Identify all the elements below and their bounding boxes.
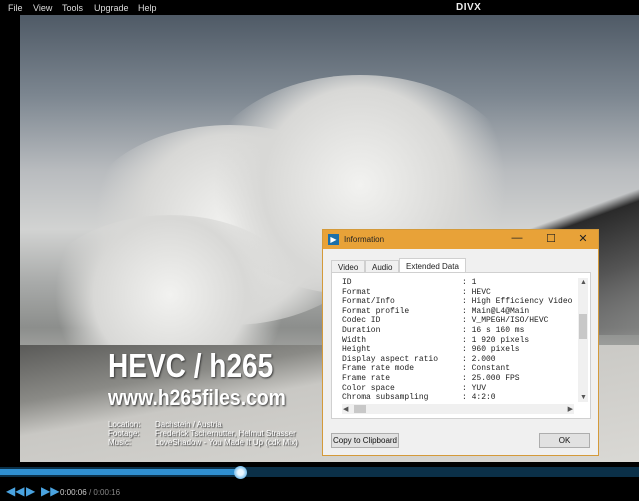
- information-dialog: ▶ Information — ☐ ✕ Video Audio Extended…: [322, 229, 599, 456]
- info-key: Chroma subsampling: [342, 393, 429, 402]
- rewind-icon[interactable]: ◀◀: [6, 484, 24, 498]
- scroll-thumb[interactable]: [579, 314, 587, 339]
- seek-progress: [0, 469, 240, 475]
- scroll-up-icon[interactable]: ▲: [580, 279, 587, 286]
- info-row: Format profile : Main@L4@Main: [342, 307, 574, 317]
- close-icon[interactable]: ✕: [573, 232, 593, 245]
- info-value: : HEVC: [462, 287, 491, 297]
- info-list: ID : 1 Format : HEVC Format/Info : High Effic…: [342, 278, 574, 402]
- menu-bar: File View Tools Upgrade Help DIVX: [0, 0, 639, 15]
- current-time: 0:00:06: [60, 488, 87, 497]
- tab-audio[interactable]: Audio: [365, 260, 400, 272]
- info-value: : 16 s 160 ms: [462, 325, 525, 335]
- minimize-icon[interactable]: —: [507, 232, 527, 244]
- credit-label: Music:: [108, 438, 132, 447]
- credit-label: Location:: [108, 420, 141, 429]
- info-value: : Main@L4@Main: [462, 306, 530, 316]
- info-row: Duration : 16 s 160 ms: [342, 326, 574, 336]
- info-key: Height: [342, 345, 371, 355]
- menu-help[interactable]: Help: [138, 3, 157, 13]
- total-time: / 0:00:16: [88, 488, 121, 497]
- scroll-thumb[interactable]: [354, 405, 366, 413]
- info-row: Frame rate mode : Constant: [342, 364, 574, 374]
- scroll-right-icon[interactable]: ▶: [568, 405, 573, 413]
- info-row: Width : 1 920 pixels: [342, 336, 574, 346]
- info-key: Width: [342, 335, 367, 345]
- dialog-title: Information: [344, 235, 385, 244]
- info-row: Display aspect ratio : 2.000: [342, 355, 574, 365]
- info-key: Format/Info: [342, 297, 395, 307]
- credit-label: Footage:: [108, 429, 140, 438]
- play-icon[interactable]: ▶: [26, 484, 35, 498]
- menu-file[interactable]: File: [8, 3, 23, 13]
- info-key: Format profile: [342, 306, 410, 316]
- tab-extended-data[interactable]: Extended Data: [399, 258, 466, 273]
- menu-tools[interactable]: Tools: [62, 3, 83, 13]
- app-icon: ▶: [328, 234, 339, 245]
- info-key: Frame rate: [342, 373, 391, 383]
- info-row: ID : 1: [342, 278, 574, 288]
- credit-value: Frederick Tschernutter, Helmut Strasser: [155, 429, 296, 438]
- dialog-titlebar[interactable]: ▶ Information — ☐ ✕: [323, 230, 598, 249]
- ok-button[interactable]: OK: [539, 433, 590, 448]
- info-row: Chroma subsampling : 4:2:0: [342, 393, 574, 402]
- seek-thumb[interactable]: [233, 466, 247, 479]
- info-value: : 1: [462, 278, 477, 287]
- info-row: Height : 960 pixels: [342, 345, 574, 355]
- info-value: : 1 920 pixels: [462, 335, 530, 345]
- scroll-left-icon[interactable]: ◀: [343, 405, 348, 413]
- video-url-overlay: www.h265files.com: [108, 385, 286, 410]
- info-value: : 25.000 FPS: [462, 373, 520, 383]
- info-key: Frame rate mode: [342, 364, 415, 374]
- info-value: : 4:2:0: [462, 393, 496, 402]
- info-value: : High Efficiency Video: [462, 297, 573, 307]
- credit-value: Dachstein / Austria: [155, 420, 222, 429]
- menu-upgrade[interactable]: Upgrade: [94, 3, 129, 13]
- divx-logo: DIVX: [456, 2, 482, 13]
- info-key: Duration: [342, 325, 381, 335]
- info-row: Format : HEVC: [342, 288, 574, 298]
- info-row: Color space : YUV: [342, 384, 574, 394]
- info-row: Format/Info : High Efficiency Video: [342, 297, 574, 307]
- horizontal-scrollbar[interactable]: ◀ ▶: [342, 404, 574, 414]
- info-key: Format: [342, 287, 371, 297]
- info-value: : V_MPEGH/ISO/HEVC: [462, 316, 549, 326]
- info-key: Color space: [342, 383, 395, 393]
- info-key: ID: [342, 278, 352, 287]
- info-panel: ID : 1 Format : HEVC Format/Info : High Effic…: [331, 272, 591, 419]
- tab-video[interactable]: Video: [331, 260, 366, 272]
- playback-controls: ◀◀ ▶ ▶▶ 0:00:06 / 0:00:16: [0, 480, 639, 501]
- info-value: : 960 pixels: [462, 345, 520, 355]
- info-value: : YUV: [462, 383, 487, 393]
- credit-value: LoveShadow - You Made It Up (cdk Mix): [155, 438, 298, 447]
- info-row: Frame rate : 25.000 FPS: [342, 374, 574, 384]
- maximize-icon[interactable]: ☐: [541, 232, 561, 245]
- video-title-overlay: HEVC / h265: [108, 347, 274, 384]
- info-value: : 2.000: [462, 354, 496, 364]
- info-key: Codec ID: [342, 316, 381, 326]
- info-row: Codec ID : V_MPEGH/ISO/HEVC: [342, 316, 574, 326]
- copy-to-clipboard-button[interactable]: Copy to Clipboard: [331, 433, 399, 448]
- info-value: : Constant: [462, 364, 511, 374]
- seek-bar[interactable]: [0, 466, 639, 479]
- fast-forward-icon[interactable]: ▶▶: [41, 484, 59, 498]
- info-key: Display aspect ratio: [342, 354, 439, 364]
- time-display: 0:00:06 / 0:00:16: [60, 488, 120, 497]
- vertical-scrollbar[interactable]: ▲ ▼: [578, 278, 588, 402]
- menu-view[interactable]: View: [33, 3, 52, 13]
- scroll-down-icon[interactable]: ▼: [580, 394, 587, 401]
